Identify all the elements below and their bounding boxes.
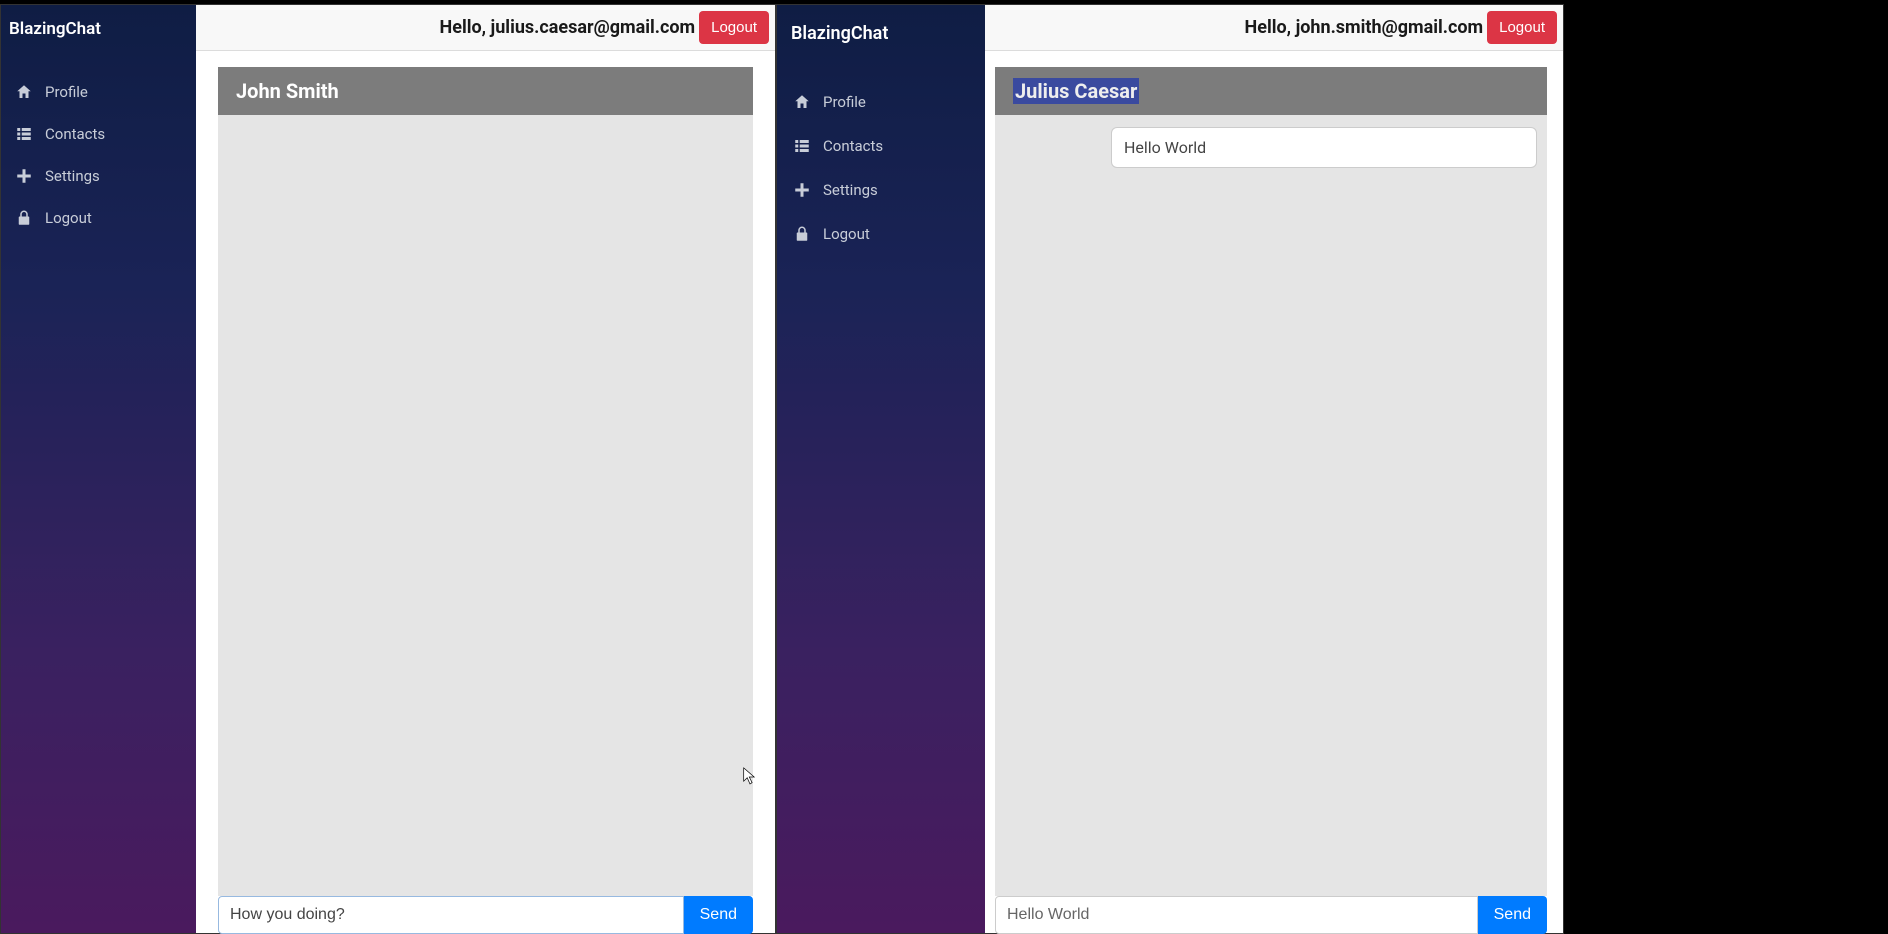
brand-title: BlazingChat bbox=[777, 5, 985, 62]
sidebar-item-logout[interactable]: Logout bbox=[777, 212, 985, 256]
message-input[interactable] bbox=[218, 896, 684, 934]
nav-label: Logout bbox=[823, 225, 870, 243]
messages-list[interactable]: Hello World bbox=[995, 115, 1547, 896]
logout-button[interactable]: Logout bbox=[1487, 11, 1557, 44]
nav-menu: Profile Contacts Settings Logout bbox=[777, 62, 985, 256]
home-icon bbox=[15, 83, 33, 101]
chat-header: John Smith bbox=[218, 67, 753, 115]
hello-text: Hello, john.smith@gmail.com bbox=[1245, 17, 1484, 38]
chat-header: Julius Caesar bbox=[995, 67, 1547, 115]
logout-button[interactable]: Logout bbox=[699, 11, 769, 44]
contact-name: Julius Caesar bbox=[1013, 78, 1139, 104]
plus-icon bbox=[793, 181, 811, 199]
nav-label: Profile bbox=[45, 83, 88, 101]
hello-text: Hello, julius.caesar@gmail.com bbox=[440, 17, 696, 38]
plus-icon bbox=[15, 167, 33, 185]
nav-menu: Profile Contacts Settings Logout bbox=[1, 53, 196, 239]
nav-label: Settings bbox=[45, 167, 100, 185]
send-button[interactable]: Send bbox=[684, 896, 753, 934]
messages-list[interactable] bbox=[218, 115, 753, 896]
compose-row: Send bbox=[995, 896, 1547, 934]
nav-label: Logout bbox=[45, 209, 92, 227]
lock-icon bbox=[793, 225, 811, 243]
topbar: Hello, julius.caesar@gmail.com Logout bbox=[196, 5, 775, 51]
message-bubble: Hello World bbox=[1111, 127, 1537, 168]
nav-label: Settings bbox=[823, 181, 878, 199]
list-icon bbox=[793, 137, 811, 155]
home-icon bbox=[793, 93, 811, 111]
nav-label: Profile bbox=[823, 93, 866, 111]
sidebar: BlazingChat Profile Contacts Settings bbox=[1, 5, 196, 933]
lock-icon bbox=[15, 209, 33, 227]
sidebar-item-profile[interactable]: Profile bbox=[1, 71, 196, 113]
blank-area bbox=[1564, 0, 1888, 930]
sidebar-item-settings[interactable]: Settings bbox=[777, 168, 985, 212]
sidebar-item-settings[interactable]: Settings bbox=[1, 155, 196, 197]
sidebar: BlazingChat Profile Contacts Settings bbox=[777, 5, 985, 933]
nav-label: Contacts bbox=[45, 125, 105, 143]
contact-name: John Smith bbox=[236, 79, 339, 103]
chat-area: John Smith Send bbox=[196, 51, 775, 933]
send-button[interactable]: Send bbox=[1478, 896, 1547, 934]
main-panel: Hello, julius.caesar@gmail.com Logout Jo… bbox=[196, 5, 775, 933]
sidebar-item-logout[interactable]: Logout bbox=[1, 197, 196, 239]
compose-row: Send bbox=[218, 896, 753, 934]
message-input[interactable] bbox=[995, 896, 1478, 934]
main-panel: Hello, john.smith@gmail.com Logout Juliu… bbox=[985, 5, 1563, 933]
sidebar-item-profile[interactable]: Profile bbox=[777, 80, 985, 124]
app-window-left: BlazingChat Profile Contacts Settings bbox=[0, 4, 776, 934]
nav-label: Contacts bbox=[823, 137, 883, 155]
sidebar-item-contacts[interactable]: Contacts bbox=[1, 113, 196, 155]
chat-area: Julius Caesar Hello World Send bbox=[985, 51, 1563, 933]
list-icon bbox=[15, 125, 33, 143]
brand-title: BlazingChat bbox=[1, 5, 196, 53]
sidebar-item-contacts[interactable]: Contacts bbox=[777, 124, 985, 168]
app-window-right: BlazingChat Profile Contacts Settings bbox=[776, 4, 1564, 934]
topbar: Hello, john.smith@gmail.com Logout bbox=[985, 5, 1563, 51]
